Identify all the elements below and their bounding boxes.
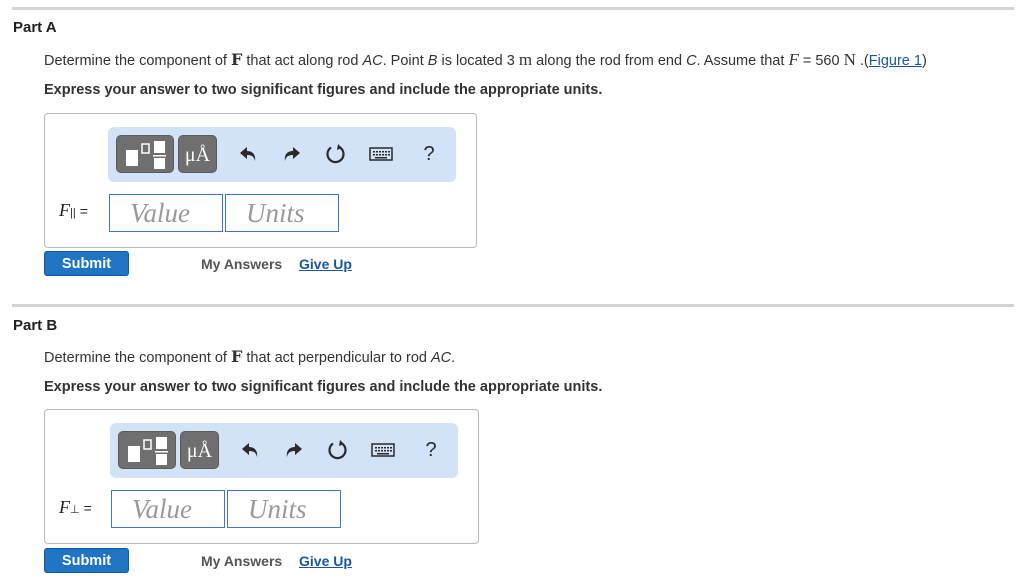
reset-icon [328, 440, 347, 460]
part-b-prompt: Determine the component of F that act pe… [44, 347, 455, 366]
value-input[interactable] [111, 490, 225, 528]
help-icon: ? [425, 438, 437, 461]
equals-sign: = [83, 500, 92, 516]
prompt-text: is located 3 [437, 53, 519, 69]
section-divider [12, 7, 1014, 10]
templates-button[interactable] [116, 135, 174, 173]
variable-symbol: F [59, 200, 70, 220]
units-input[interactable] [225, 194, 339, 232]
prompt-text: that act along rod [242, 53, 363, 69]
prompt-text: . Point [382, 53, 428, 69]
end-label: C [686, 53, 697, 69]
prompt-text: Determine the component of [44, 350, 231, 366]
part-a-title: Part A [13, 19, 57, 36]
redo-button[interactable] [276, 137, 306, 171]
keyboard-icon [369, 147, 393, 161]
variable-symbol: F [59, 497, 70, 517]
part-b-answer-box: μÅ ? F⊥ = [44, 409, 479, 544]
section-divider [12, 304, 1014, 307]
keyboard-icon [371, 443, 395, 457]
prompt-text: . [451, 350, 456, 366]
unit-meters: m [518, 50, 533, 69]
reset-button[interactable] [321, 137, 351, 171]
prompt-text: .( [855, 53, 869, 69]
equals-sign: = [79, 203, 88, 219]
keyboard-button[interactable] [368, 433, 398, 467]
submit-button[interactable]: Submit [44, 548, 129, 573]
units-button[interactable]: μÅ [178, 135, 217, 173]
prompt-text: along the rod from end [532, 53, 687, 69]
variable-subscript: ⊥ [70, 504, 80, 516]
submit-button[interactable]: Submit [44, 251, 129, 276]
undo-button[interactable] [234, 137, 264, 171]
vector-f: F [231, 347, 243, 366]
reset-button[interactable] [323, 433, 353, 467]
my-answers-link[interactable]: My Answers [201, 256, 282, 272]
redo-button[interactable] [278, 433, 308, 467]
units-input[interactable] [227, 490, 341, 528]
prompt-text: Determine the component of [44, 53, 231, 69]
part-a-answer-box: μÅ ? F|| = [44, 113, 477, 248]
part-b-title: Part B [13, 317, 58, 334]
give-up-link[interactable]: Give Up [299, 553, 352, 569]
rod-label: AC [362, 53, 383, 69]
part-b-instruction: Express your answer to two significant f… [44, 379, 603, 395]
part-a-prompt: Determine the component of F that act al… [44, 50, 927, 70]
redo-icon [286, 443, 302, 457]
point-label: B [427, 53, 438, 69]
keyboard-button[interactable] [366, 137, 396, 171]
prompt-text: . Assume that [696, 53, 789, 69]
units-button[interactable]: μÅ [180, 431, 219, 469]
force-variable: F [788, 50, 799, 69]
prompt-text: = 560 [798, 53, 844, 69]
variable-label: F⊥ = [59, 497, 92, 518]
templates-icon [126, 141, 166, 169]
reset-icon [326, 144, 345, 164]
redo-icon [284, 147, 300, 161]
give-up-link[interactable]: Give Up [299, 256, 352, 272]
figure-1-link[interactable]: Figure 1 [869, 53, 922, 69]
my-answers-link[interactable]: My Answers [201, 553, 282, 569]
unit-newtons: N [843, 50, 856, 69]
help-icon: ? [423, 142, 435, 165]
variable-subscript: || [70, 207, 76, 219]
vector-f: F [231, 50, 243, 69]
undo-icon [240, 147, 256, 161]
help-button[interactable]: ? [416, 433, 446, 467]
undo-button[interactable] [236, 433, 266, 467]
help-button[interactable]: ? [414, 137, 444, 171]
variable-label: F|| = [59, 200, 88, 221]
math-toolbar: μÅ ? [108, 127, 456, 182]
prompt-text: that act perpendicular to rod [242, 350, 431, 366]
rod-label: AC [430, 350, 452, 366]
templates-icon [128, 437, 168, 465]
prompt-text: ) [921, 53, 927, 69]
templates-button[interactable] [118, 431, 176, 469]
undo-icon [242, 443, 258, 457]
math-toolbar: μÅ ? [110, 423, 458, 478]
value-input[interactable] [109, 194, 223, 232]
part-a-instruction: Express your answer to two significant f… [44, 82, 603, 98]
